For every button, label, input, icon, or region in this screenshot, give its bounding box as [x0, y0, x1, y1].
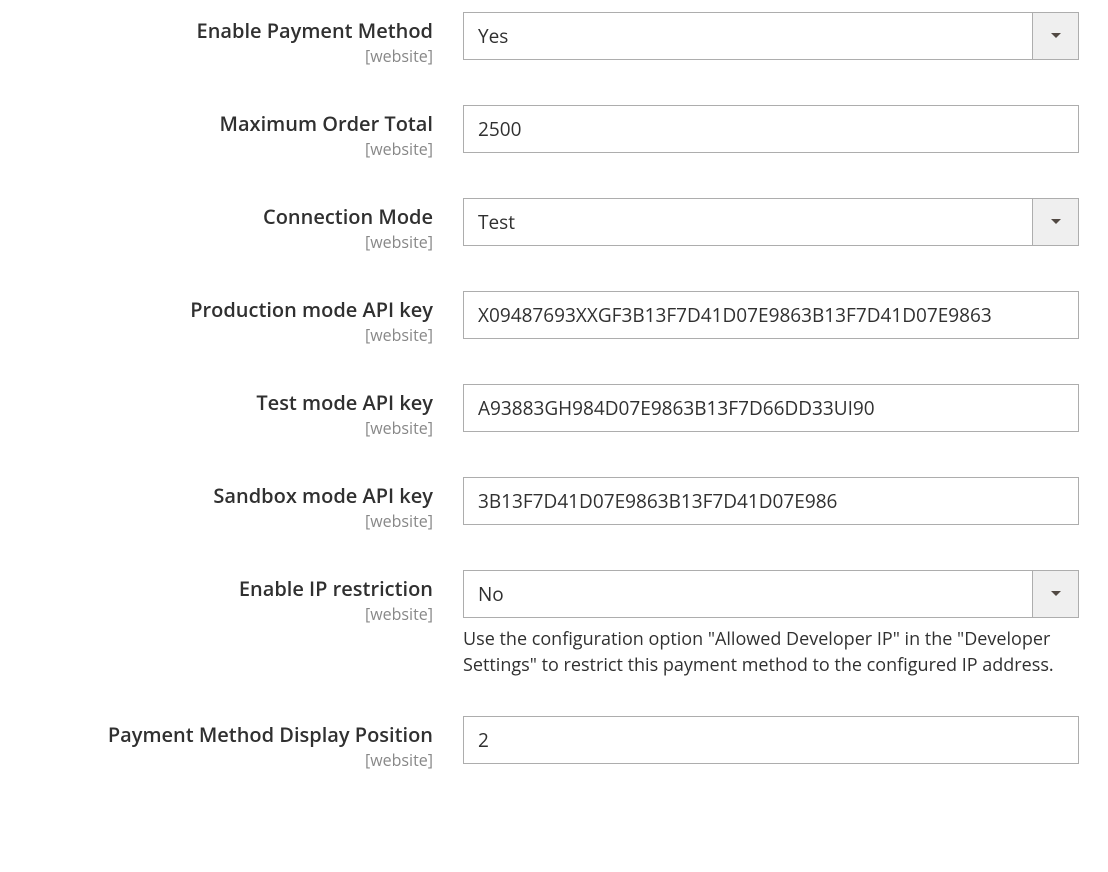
select-wrap: Yes — [463, 12, 1079, 60]
input-col — [463, 477, 1079, 525]
scope-label: [website] — [18, 417, 433, 439]
field-maximum-order-total: Maximum Order Total [website] — [18, 105, 1090, 160]
scope-label: [website] — [18, 231, 433, 253]
label-col: Sandbox mode API key [website] — [18, 477, 463, 532]
label-enable-payment-method: Enable Payment Method — [197, 17, 433, 44]
label-production-api-key: Production mode API key — [190, 296, 433, 323]
field-test-api-key: Test mode API key [website] — [18, 384, 1090, 439]
input-col — [463, 716, 1079, 764]
select-wrap: No — [463, 570, 1079, 618]
input-col — [463, 105, 1079, 153]
scope-label: [website] — [18, 603, 433, 625]
scope-label: [website] — [18, 324, 433, 346]
enable-ip-restriction-select[interactable]: No — [463, 570, 1079, 618]
label-sandbox-api-key: Sandbox mode API key — [213, 482, 433, 509]
label-col: Test mode API key [website] — [18, 384, 463, 439]
input-col — [463, 291, 1079, 339]
maximum-order-total-input[interactable] — [463, 105, 1079, 153]
label-display-position: Payment Method Display Position — [108, 721, 433, 748]
field-sandbox-api-key: Sandbox mode API key [website] — [18, 477, 1090, 532]
label-col: Payment Method Display Position [website… — [18, 716, 463, 771]
input-col — [463, 384, 1079, 432]
input-col: Test — [463, 198, 1079, 246]
display-position-input[interactable] — [463, 716, 1079, 764]
field-enable-ip-restriction: Enable IP restriction [website] No Use t… — [18, 570, 1090, 678]
scope-label: [website] — [18, 138, 433, 160]
field-production-api-key: Production mode API key [website] — [18, 291, 1090, 346]
test-api-key-input[interactable] — [463, 384, 1079, 432]
label-maximum-order-total: Maximum Order Total — [220, 110, 433, 137]
scope-label: [website] — [18, 45, 433, 67]
enable-payment-method-select[interactable]: Yes — [463, 12, 1079, 60]
select-wrap: Test — [463, 198, 1079, 246]
field-display-position: Payment Method Display Position [website… — [18, 716, 1090, 771]
ip-restriction-helper-text: Use the configuration option "Allowed De… — [463, 626, 1063, 678]
input-col: No Use the configuration option "Allowed… — [463, 570, 1079, 678]
label-test-api-key: Test mode API key — [256, 389, 433, 416]
label-col: Production mode API key [website] — [18, 291, 463, 346]
label-connection-mode: Connection Mode — [263, 203, 433, 230]
field-connection-mode: Connection Mode [website] Test — [18, 198, 1090, 253]
connection-mode-select[interactable]: Test — [463, 198, 1079, 246]
label-col: Connection Mode [website] — [18, 198, 463, 253]
sandbox-api-key-input[interactable] — [463, 477, 1079, 525]
label-enable-ip-restriction: Enable IP restriction — [239, 575, 433, 602]
label-col: Enable IP restriction [website] — [18, 570, 463, 625]
field-enable-payment-method: Enable Payment Method [website] Yes — [18, 12, 1090, 67]
scope-label: [website] — [18, 749, 433, 771]
label-col: Maximum Order Total [website] — [18, 105, 463, 160]
production-api-key-input[interactable] — [463, 291, 1079, 339]
label-col: Enable Payment Method [website] — [18, 12, 463, 67]
scope-label: [website] — [18, 510, 433, 532]
input-col: Yes — [463, 12, 1079, 60]
